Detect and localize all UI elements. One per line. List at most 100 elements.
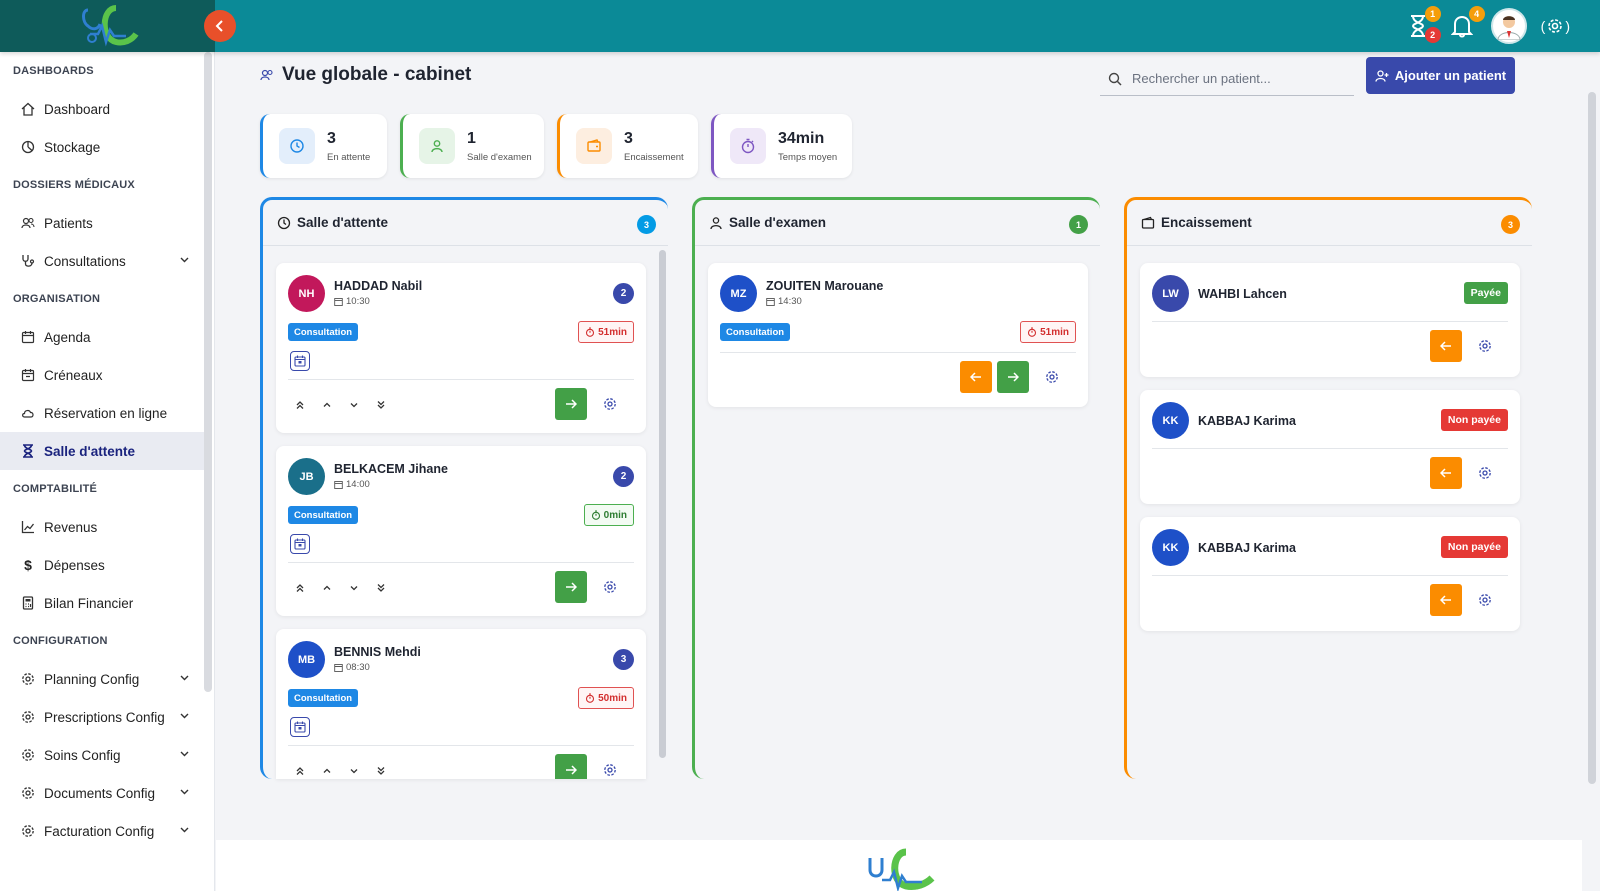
top-actions: 1 2 4 ( ) [1403, 0, 1570, 52]
patient-card[interactable]: MB BENNIS Mehdi 08:30 3 Consultation 50m… [276, 629, 646, 779]
avatar: MZ [720, 275, 757, 312]
calendar-button[interactable] [290, 351, 310, 371]
chevron-left-icon [215, 20, 223, 32]
move-up-icon[interactable] [321, 765, 333, 777]
card-settings-button[interactable] [1477, 338, 1493, 354]
column-title: Salle d'attente [297, 215, 388, 230]
stat-label: Salle d'examen [467, 151, 532, 163]
sidebar-item-label: Planning Config [44, 671, 140, 687]
clock-icon [277, 216, 291, 229]
column-count-badge: 3 [637, 215, 656, 234]
patient-card[interactable]: JB BELKACEM Jihane 14:00 2 Consultation … [276, 446, 646, 616]
user-avatar[interactable] [1490, 8, 1527, 44]
card-settings-button[interactable] [1477, 592, 1493, 608]
move-to-examen-button[interactable] [555, 388, 587, 420]
sidebar-item-label: Stockage [44, 139, 101, 155]
payment-card[interactable]: KK KABBAJ Karima Non payée [1140, 390, 1520, 504]
patient-name: KABBAJ Karima [1198, 414, 1296, 428]
card-settings-button[interactable] [602, 762, 618, 778]
move-bottom-icon[interactable] [375, 582, 387, 594]
move-down-icon[interactable] [348, 582, 360, 594]
visit-count-badge: 2 [613, 283, 634, 304]
sidebar-item-bilan[interactable]: Bilan Financier [0, 584, 211, 622]
page-scrollbar[interactable] [1588, 92, 1596, 784]
card-divider [1152, 575, 1508, 576]
wait-timer: 0min [583, 504, 634, 526]
stopwatch-icon [1028, 327, 1037, 337]
stat-label: Temps moyen [778, 151, 838, 163]
card-settings-button[interactable] [1044, 369, 1060, 385]
waiting-hourglass-button[interactable]: 1 2 [1403, 6, 1441, 43]
move-top-icon[interactable] [294, 765, 306, 777]
timer-text: 0min [603, 509, 627, 521]
move-up-icon[interactable] [321, 582, 333, 594]
move-to-encaissement-button[interactable] [997, 361, 1029, 393]
move-up-icon[interactable] [321, 399, 333, 411]
calendar-button[interactable] [290, 534, 310, 554]
sidebar-item-label: Patients [44, 215, 93, 231]
column-salle-examen: Salle d'examen 1 MZ ZOUITEN Marouane 14:… [692, 197, 1100, 779]
patient-card[interactable]: NH HADDAD Nabil 10:30 2 Consultation 51m… [276, 263, 646, 433]
move-top-icon[interactable] [294, 582, 306, 594]
calendar-icon [334, 298, 343, 306]
move-back-button[interactable] [1430, 457, 1462, 489]
sidebar-item-documents-config[interactable]: Documents Config [0, 774, 211, 812]
card-settings-button[interactable] [1477, 465, 1493, 481]
sidebar-item-agenda[interactable]: Agenda [0, 318, 211, 356]
notifications-button[interactable]: 4 [1447, 6, 1485, 41]
payment-card[interactable]: LW WAHBI Lahcen Payée [1140, 263, 1520, 377]
move-down-icon[interactable] [348, 399, 360, 411]
card-settings-button[interactable] [602, 579, 618, 595]
sidebar-item-facturation-config[interactable]: Facturation Config [0, 812, 211, 850]
sidebar-item-prescriptions-config[interactable]: Prescriptions Config [0, 698, 211, 736]
sidebar-item-planning-config[interactable]: Planning Config [0, 660, 211, 698]
card-settings-button[interactable] [602, 396, 618, 412]
reorder-controls [294, 582, 387, 594]
avatar: LW [1152, 275, 1189, 312]
sidebar-item-patients[interactable]: Patients [0, 204, 211, 242]
sidebar-item-label: Créneaux [44, 367, 103, 383]
payment-status-badge: Payée [1463, 282, 1508, 304]
move-down-icon[interactable] [348, 765, 360, 777]
sidebar-item-dashboard[interactable]: Dashboard [0, 90, 211, 128]
calendar-button[interactable] [290, 717, 310, 737]
sidebar-item-revenus[interactable]: Revenus [0, 508, 211, 546]
gear-icon [1548, 19, 1563, 33]
column-scrollbar[interactable] [659, 250, 666, 758]
add-patient-button[interactable]: Ajouter un patient [1366, 57, 1515, 94]
move-bottom-icon[interactable] [375, 765, 387, 777]
settings-button[interactable]: ( ) [1541, 18, 1570, 34]
sidebar-item-creneaux[interactable]: Créneaux [0, 356, 211, 394]
sidebar-item-salle-attente[interactable]: Salle d'attente [0, 432, 211, 470]
column-header: Salle d'attente 3 [263, 200, 668, 246]
sidebar-item-soins-config[interactable]: Soins Config [0, 736, 211, 774]
move-bottom-icon[interactable] [375, 399, 387, 411]
search-input[interactable] [1132, 71, 1332, 86]
move-back-to-attente-button[interactable] [960, 361, 992, 393]
stopwatch-icon [730, 128, 766, 164]
close-paren: ) [1565, 18, 1570, 34]
sidebar-item-label: Prescriptions Config [44, 709, 165, 725]
gear-icon [20, 785, 36, 801]
move-back-button[interactable] [1430, 584, 1462, 616]
collapse-sidebar-button[interactable] [204, 10, 236, 42]
sidebar-item-stockage[interactable]: Stockage [0, 128, 211, 166]
stopwatch-icon [591, 510, 600, 520]
reorder-controls [294, 765, 387, 777]
patient-card[interactable]: MZ ZOUITEN Marouane 14:30 Consultation 5… [708, 263, 1088, 407]
move-to-examen-button[interactable] [555, 571, 587, 603]
move-to-examen-button[interactable] [555, 754, 587, 779]
stat-value: 3 [624, 129, 633, 147]
gear-icon [604, 581, 616, 593]
sidebar-item-consultations[interactable]: Consultations [0, 242, 211, 280]
payment-card[interactable]: KK KABBAJ Karima Non payée [1140, 517, 1520, 631]
sidebar-item-reservation[interactable]: Réservation en ligne [0, 394, 211, 432]
sidebar-item-depenses[interactable]: $ Dépenses [0, 546, 211, 584]
reorder-controls [294, 399, 387, 411]
sidebar-scrollbar[interactable] [204, 52, 212, 692]
stat-value: 1 [467, 129, 476, 147]
move-top-icon[interactable] [294, 399, 306, 411]
hourglass-badge-bottom: 2 [1424, 27, 1441, 43]
move-back-button[interactable] [1430, 330, 1462, 362]
stopwatch-icon [586, 327, 595, 337]
